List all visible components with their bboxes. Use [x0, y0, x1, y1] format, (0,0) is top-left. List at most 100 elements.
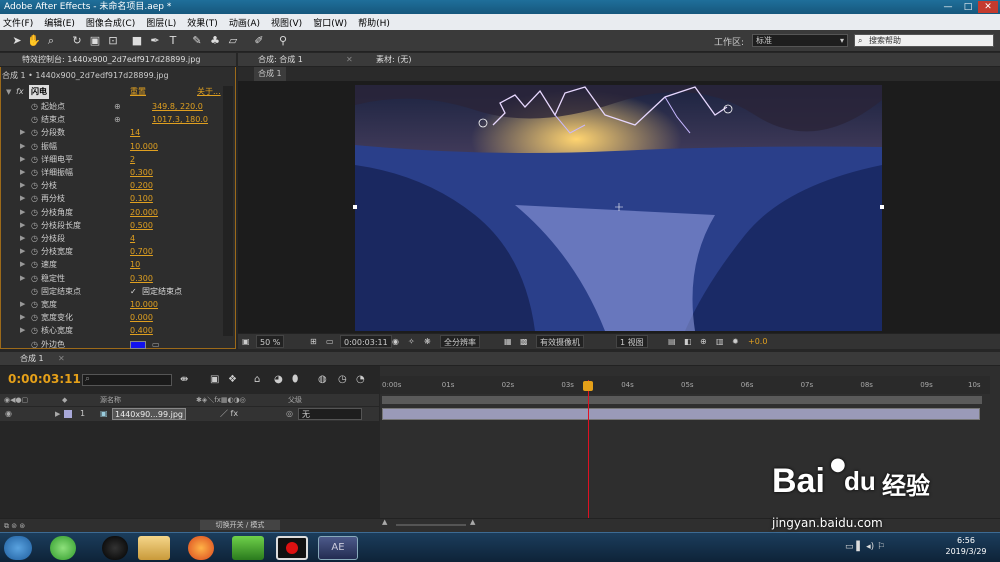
list-item[interactable]: ◷ 外边色 ▭ — [2, 338, 222, 351]
effect-header[interactable]: ▼ fx 闪电 重置 关于... — [2, 85, 222, 99]
expand-triangle-icon[interactable]: ▶ — [20, 206, 25, 219]
expand-triangle-icon[interactable]: ▶ — [20, 219, 25, 232]
menu-file[interactable]: 文件(F) — [3, 16, 33, 29]
list-item[interactable]: ▶ ◷ 分枝角度 20.000 — [2, 206, 222, 219]
property-value[interactable]: 20.000 — [130, 206, 158, 219]
motion-blur-icon[interactable]: ◕ — [274, 374, 283, 385]
property-value[interactable]: 0.200 — [130, 179, 153, 192]
roto-brush-tool-icon[interactable]: ✐ — [252, 34, 266, 48]
close-button[interactable]: ✕ — [978, 1, 998, 13]
stopwatch-icon[interactable]: ◷ — [31, 272, 38, 285]
transparency-grid-icon[interactable]: ▩ — [520, 335, 528, 348]
toggle-pixel-icon[interactable]: ▤ — [668, 335, 676, 348]
stopwatch-icon[interactable]: ◷ — [31, 232, 38, 245]
list-item[interactable]: ◷ 结束点 ⊕ 1017.3, 180.0 — [2, 113, 222, 126]
property-value[interactable]: 349.8, 220.0 — [152, 100, 203, 113]
fx-icon[interactable]: fx — [16, 85, 24, 99]
menu-composition[interactable]: 图像合成(C) — [86, 16, 135, 29]
column-source-name[interactable]: 源名称 — [100, 394, 121, 406]
hand-tool-icon[interactable]: ✋ — [27, 34, 41, 48]
expand-triangle-icon[interactable]: ▶ — [20, 272, 25, 285]
graph-editor-icon[interactable]: ◍ — [318, 374, 327, 385]
list-item[interactable]: ▶ ◷ 分枝宽度 0.700 — [2, 245, 222, 258]
color-swatch[interactable] — [130, 340, 146, 349]
clone-stamp-tool-icon[interactable]: ♣ — [208, 34, 222, 48]
qq-icon[interactable] — [102, 536, 128, 560]
stopwatch-icon[interactable]: ◷ — [31, 324, 38, 337]
zoom-tool-icon[interactable]: ⌕ — [44, 34, 58, 48]
expand-triangle-icon[interactable]: ▶ — [20, 324, 25, 337]
toggle-panes-icons[interactable]: ⧉ ⊚ ⊛ — [4, 519, 25, 533]
stopwatch-icon[interactable]: ◷ — [31, 140, 38, 153]
color-channel-icon[interactable]: ❋ — [424, 335, 431, 348]
list-item[interactable]: ▶ ◷ 核心宽度 0.400 — [2, 324, 222, 337]
stopwatch-icon[interactable]: ◷ — [31, 338, 38, 351]
brainstorm-icon[interactable]: ⬮ — [292, 374, 298, 385]
eyedropper-icon[interactable]: ▭ — [152, 338, 160, 351]
stopwatch-icon[interactable]: ◷ — [31, 219, 38, 232]
after-effects-taskbar-icon[interactable]: AE — [318, 536, 358, 560]
current-time-indicator[interactable] — [587, 380, 589, 520]
expand-triangle-icon[interactable]: ▶ — [55, 407, 60, 421]
list-item[interactable]: ▶ ◷ 再分枝 0.100 — [2, 192, 222, 205]
draft-3d-icon[interactable]: ⇼ — [180, 374, 188, 385]
tray-icons[interactable]: ▭ ▌ ◂) ⚐ — [845, 542, 885, 552]
pick-whip-icon[interactable]: ◎ — [286, 407, 293, 421]
close-icon[interactable]: ✕ — [58, 352, 65, 366]
property-value[interactable]: 2 — [130, 153, 135, 166]
system-clock[interactable]: 6:56 2019/3/29 — [936, 535, 996, 557]
stopwatch-icon[interactable]: ◷ — [31, 126, 38, 139]
stopwatch-icon[interactable]: ◷ — [31, 113, 38, 126]
menu-help[interactable]: 帮助(H) — [358, 16, 390, 29]
timeline-current-time[interactable]: 0:00:03:11 — [8, 372, 81, 386]
puppet-pin-tool-icon[interactable]: ⚲ — [276, 34, 290, 48]
expand-triangle-icon[interactable]: ▶ — [20, 166, 25, 179]
point-crosshair-icon[interactable]: ⊕ — [114, 113, 121, 126]
effect-controls-tab[interactable]: 特效控制台: 1440x900_2d7edf917d28899.jpg — [0, 53, 236, 67]
playhead-handle[interactable] — [582, 381, 593, 391]
frame-blending-icon[interactable]: ⌂ — [254, 374, 260, 385]
brush-tool-icon[interactable]: ✎ — [190, 34, 204, 48]
layer-search-input[interactable]: ⌕ — [82, 374, 172, 386]
exposure-icon[interactable]: ✹ — [732, 335, 739, 348]
zoom-dropdown[interactable]: 50 % — [256, 335, 285, 348]
expand-triangle-icon[interactable]: ▶ — [20, 126, 25, 139]
property-value[interactable]: 14 — [130, 126, 140, 139]
stopwatch-icon[interactable]: ◷ — [31, 258, 38, 271]
stopwatch-icon[interactable]: ◷ — [31, 100, 38, 113]
camera-dropdown[interactable]: 有效摄像机 — [536, 335, 584, 348]
expand-triangle-icon[interactable]: ▶ — [20, 140, 25, 153]
eraser-tool-icon[interactable]: ▱ — [226, 34, 240, 48]
property-value[interactable]: 0.100 — [130, 192, 153, 205]
help-search-input[interactable]: ⌕ 搜索帮助 — [854, 34, 994, 47]
stopwatch-icon[interactable]: ◷ — [31, 153, 38, 166]
list-item[interactable]: ▶ ◷ 详细振幅 0.300 — [2, 166, 222, 179]
reset-link[interactable]: 重置 — [130, 85, 146, 99]
snapshot-icon[interactable]: ◉ — [392, 335, 399, 348]
hide-shy-layers-icon[interactable]: ❖ — [228, 374, 237, 385]
expand-triangle-icon[interactable]: ▼ — [6, 85, 11, 99]
work-area-bar[interactable] — [382, 396, 982, 404]
expand-triangle-icon[interactable]: ▶ — [20, 298, 25, 311]
stopwatch-icon[interactable]: ◷ — [31, 285, 38, 298]
menu-edit[interactable]: 编辑(E) — [44, 16, 75, 29]
expand-triangle-icon[interactable]: ▶ — [20, 153, 25, 166]
list-item[interactable]: ▶ ◷ 详细电平 2 — [2, 153, 222, 166]
stopwatch-icon[interactable]: ◷ — [338, 374, 347, 385]
list-item[interactable]: ▶ ◷ 振幅 10.000 — [2, 140, 222, 153]
viewer-timecode[interactable]: 0:00:03:11 — [340, 335, 392, 348]
stopwatch-icon[interactable]: ◷ — [31, 192, 38, 205]
stopwatch-icon[interactable]: ◷ — [31, 166, 38, 179]
stopwatch-icon[interactable]: ◷ — [31, 206, 38, 219]
time-ruler[interactable]: 0:00s 01s 02s 03s 04s 05s 06s 07s 08s 09s 10s — [380, 376, 990, 394]
composition-preview-image[interactable] — [355, 85, 882, 331]
expand-triangle-icon[interactable]: ▶ — [20, 179, 25, 192]
tab-footage[interactable]: 素材: (无) — [376, 53, 411, 67]
flowchart-icon[interactable]: ⊕ — [700, 335, 707, 348]
menu-animation[interactable]: 动画(A) — [229, 16, 260, 29]
resolution-dropdown[interactable]: 全分辨率 — [440, 335, 480, 348]
property-value[interactable]: 4 — [130, 232, 135, 245]
transform-handle-right[interactable] — [880, 205, 884, 209]
keyframe-icon[interactable]: ◔ — [356, 374, 365, 385]
firefox-icon[interactable] — [188, 536, 214, 560]
